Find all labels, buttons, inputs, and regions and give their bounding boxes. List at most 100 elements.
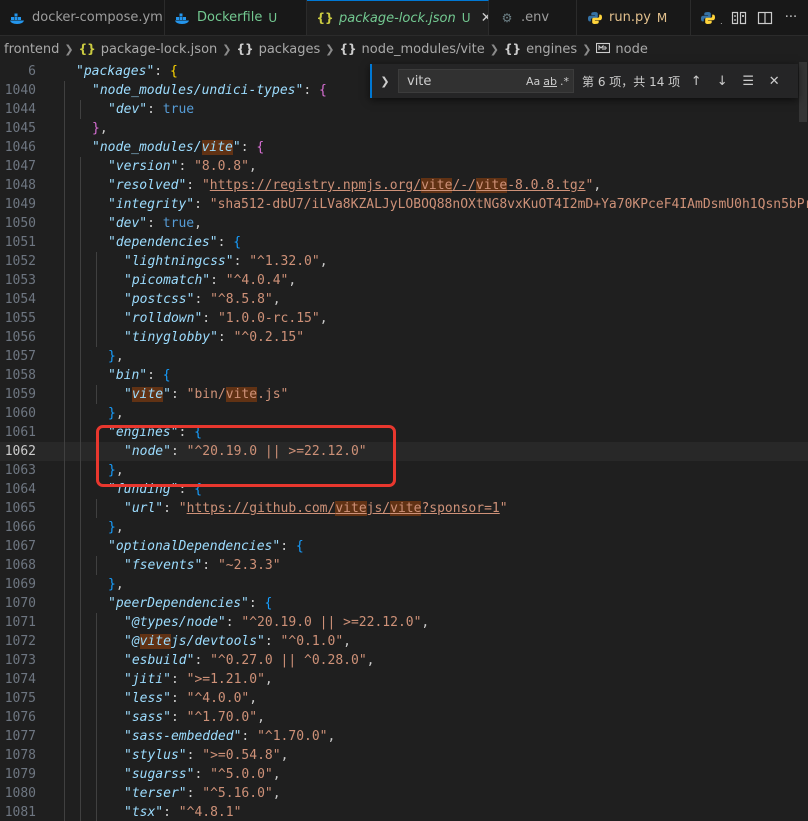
code-line[interactable]: 1077 "sass-embedded": "^1.70.0",: [0, 727, 808, 746]
breadcrumb-packages[interactable]: packages: [259, 42, 321, 57]
code-line[interactable]: 1055 "rolldown": "1.0.0-rc.15",: [0, 309, 808, 328]
code-line[interactable]: 1069},: [0, 575, 808, 594]
code-line[interactable]: 1074 "jiti": ">=1.21.0",: [0, 670, 808, 689]
code-line[interactable]: 1080 "terser": "^5.16.0",: [0, 784, 808, 803]
code-line[interactable]: 1048 "resolved": "https://registry.npmjs.…: [0, 176, 808, 195]
json-icon: {}: [78, 42, 96, 56]
code-line[interactable]: 1079 "sugarss": "^5.0.0",: [0, 765, 808, 784]
split-editor-icon[interactable]: [754, 7, 776, 29]
tab-label: .env: [521, 10, 550, 25]
indent-guide: [96, 328, 97, 347]
code-token: "dependencies": [108, 235, 218, 250]
breadcrumb-folder[interactable]: frontend: [4, 42, 59, 57]
indent-guide: [64, 252, 65, 271]
compare-changes-icon[interactable]: [728, 7, 750, 29]
find-input[interactable]: [405, 72, 499, 90]
code-token: "fsevents": [124, 558, 203, 573]
breadcrumb-file[interactable]: package-lock.json: [101, 42, 218, 57]
line-code: "@types/node": "^20.19.0 || >=22.12.0",: [124, 613, 429, 632]
indent-guide: [80, 746, 81, 765]
indent-guide: [96, 765, 97, 784]
more-actions-icon[interactable]: ···: [780, 7, 802, 29]
code-token: "^0.27.0 || ^0.28.0": [210, 653, 367, 668]
tab-package-lock[interactable]: {} package-lock.json U ✕: [307, 0, 489, 35]
indent-guide: [96, 632, 97, 651]
find-in-selection-icon[interactable]: ☰: [738, 71, 758, 91]
match-case-icon[interactable]: Aa: [526, 75, 540, 88]
code-line[interactable]: 1066},: [0, 518, 808, 537]
code-line[interactable]: 1046 "node_modules/vite": {: [0, 138, 808, 157]
code-token: :: [170, 691, 187, 706]
line-number: 1071: [4, 615, 36, 630]
code-line[interactable]: 1068 "fsevents": "~2.3.3": [0, 556, 808, 575]
previous-match-icon[interactable]: ↑: [686, 71, 706, 91]
code-line[interactable]: 1054 "postcss": "^8.5.8",: [0, 290, 808, 309]
code-line[interactable]: 1057},: [0, 347, 808, 366]
code-line[interactable]: 1070 "peerDependencies": {: [0, 594, 808, 613]
breadcrumb-node[interactable]: node: [615, 42, 647, 57]
code-token: "esbuild": [124, 653, 195, 668]
vertical-scrollbar[interactable]: [798, 62, 808, 821]
code-line[interactable]: 1044 "dev": true: [0, 100, 808, 119]
next-match-icon[interactable]: ↓: [712, 71, 732, 91]
tab-docker-compose[interactable]: docker-compose.yml: [0, 0, 165, 35]
code-token: :: [163, 501, 179, 516]
tab-env[interactable]: ⚙ .env: [489, 0, 577, 35]
code-line[interactable]: 1078 "stylus": ">=0.54.8",: [0, 746, 808, 765]
whole-word-icon[interactable]: ab: [543, 75, 557, 88]
code-token: :: [147, 102, 163, 117]
tab-dockerfile[interactable]: Dockerfile U: [165, 0, 307, 35]
code-line[interactable]: 1073 "esbuild": "^0.27.0 || ^0.28.0",: [0, 651, 808, 670]
close-icon[interactable]: ✕: [764, 71, 784, 91]
code-line[interactable]: 1058 "bin": {: [0, 366, 808, 385]
indent-guide: [64, 670, 65, 689]
line-number: 1058: [4, 368, 36, 383]
code-token: :: [170, 387, 187, 402]
indent-guide: [96, 689, 97, 708]
breadcrumb-engines[interactable]: engines: [526, 42, 577, 57]
code-line[interactable]: 1076 "sass": "^1.70.0",: [0, 708, 808, 727]
code-line[interactable]: 1081 "tsx": "^4.8.1": [0, 803, 808, 821]
line-number: 1060: [4, 406, 36, 421]
code-token: vite: [139, 634, 171, 649]
code-line[interactable]: 1049 "integrity": "sha512-dbU7/iLVa8KZALJ…: [0, 195, 808, 214]
code-token: :: [194, 197, 210, 212]
line-number: 1048: [4, 178, 36, 193]
line-code: "sass-embedded": "^1.70.0",: [124, 727, 335, 746]
indent-guide: [64, 195, 65, 214]
close-icon[interactable]: ✕: [481, 10, 488, 26]
indent-guide: [64, 347, 65, 366]
code-line[interactable]: 1052 "lightningcss": "^1.32.0",: [0, 252, 808, 271]
code-line[interactable]: 1050 "dev": true,: [0, 214, 808, 233]
code-line[interactable]: 1059 "vite": "bin/vite.js": [0, 385, 808, 404]
line-number: 6: [28, 64, 36, 79]
code-line[interactable]: 1065 "url": "https://github.com/vitejs/vi…: [0, 499, 808, 518]
tab-label: docker-compose.yml: [32, 10, 165, 25]
line-code: "tsx": "^4.8.1": [124, 803, 241, 821]
toggle-replace-icon[interactable]: ❯: [378, 75, 392, 88]
code-line[interactable]: 1047 "version": "8.0.8",: [0, 157, 808, 176]
indent-guide: [64, 461, 65, 480]
line-code: "@vitejs/devtools": "^0.1.0",: [124, 632, 351, 651]
code-line[interactable]: 1045},: [0, 119, 808, 138]
code-token: "1.0.0-rc.15": [217, 311, 320, 326]
code-token: ,: [115, 577, 124, 592]
code-line[interactable]: 1060},: [0, 404, 808, 423]
code-line[interactable]: 1053 "picomatch": "^4.0.4",: [0, 271, 808, 290]
code-line[interactable]: 1067 "optionalDependencies": {: [0, 537, 808, 556]
code-line[interactable]: 1072 "@vitejs/devtools": "^0.1.0",: [0, 632, 808, 651]
code-line[interactable]: 1056 "tinyglobby": "^0.2.15": [0, 328, 808, 347]
code-token: ,: [319, 254, 328, 269]
chevron-right-icon: ❯: [582, 42, 592, 56]
line-number: 1049: [4, 197, 36, 212]
tab-run-py[interactable]: run.py M: [577, 0, 691, 35]
line-number: 1077: [4, 729, 36, 744]
breadcrumb-node-modules-vite[interactable]: node_modules/vite: [362, 42, 485, 57]
indent-guide: [64, 575, 65, 594]
regex-icon[interactable]: .*: [560, 75, 569, 88]
code-line[interactable]: 1071 "@types/node": "^20.19.0 || >=22.12.…: [0, 613, 808, 632]
code-line[interactable]: 1075 "less": "^4.0.0",: [0, 689, 808, 708]
code-line[interactable]: 1051 "dependencies": {: [0, 233, 808, 252]
indent-guide: [64, 803, 65, 821]
indent-guide: [96, 651, 97, 670]
